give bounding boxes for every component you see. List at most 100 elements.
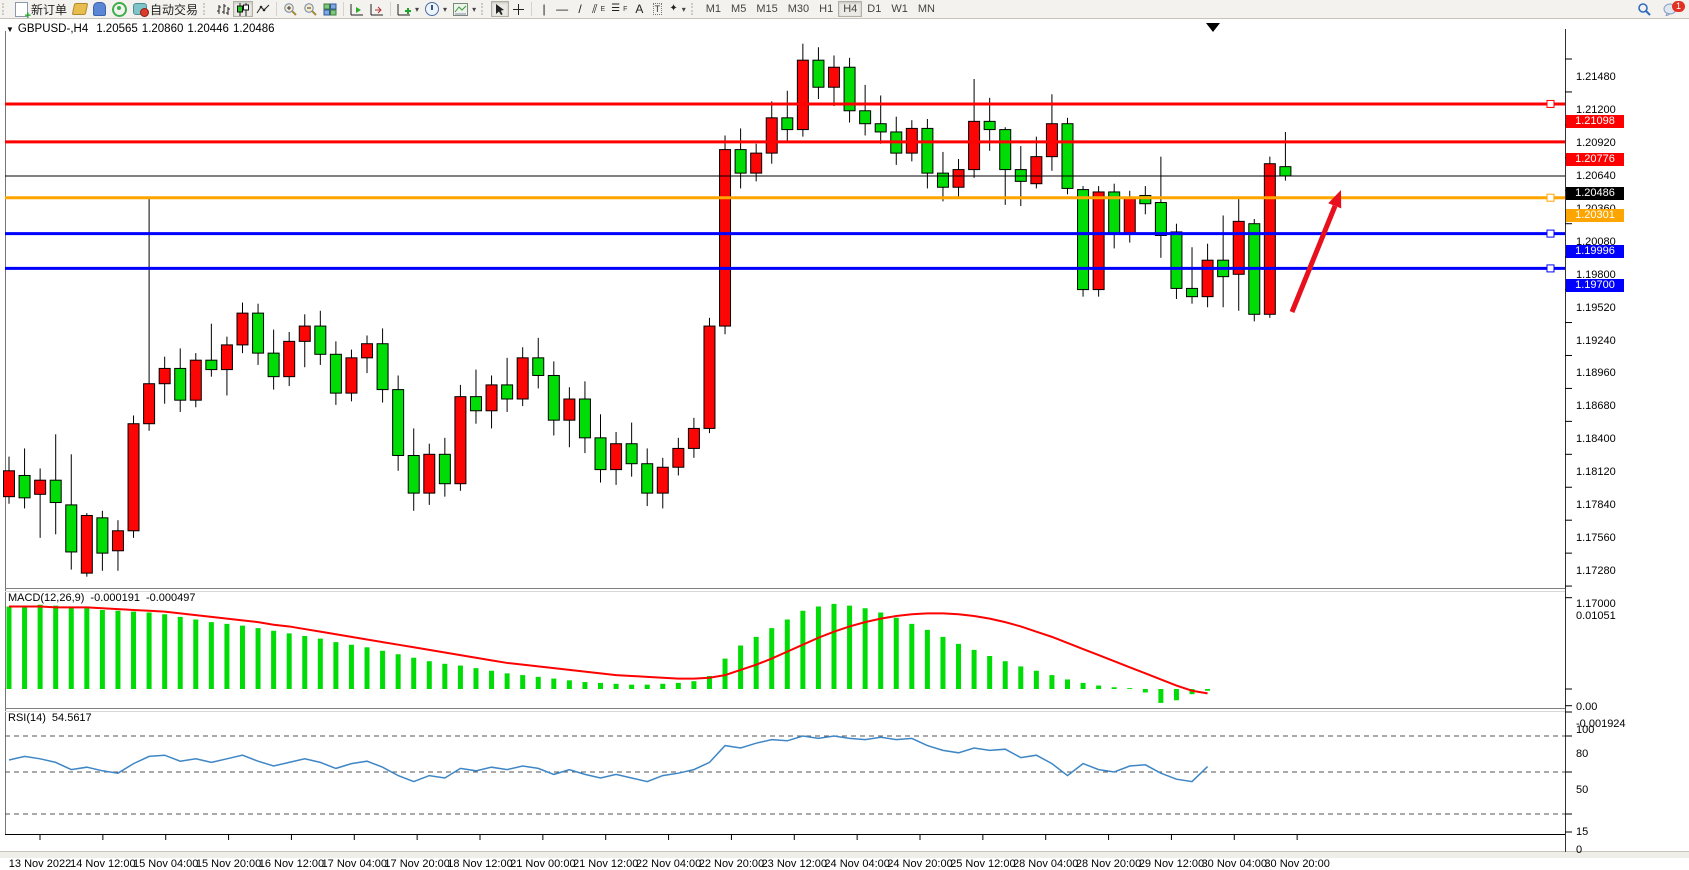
candlestick-chart-button[interactable] bbox=[233, 1, 253, 17]
market-watch-icon bbox=[72, 3, 89, 15]
zoom-out-button[interactable] bbox=[300, 1, 320, 17]
line-chart-button[interactable] bbox=[253, 1, 273, 17]
trendline-tool[interactable]: / bbox=[571, 1, 589, 17]
chart-canvas[interactable] bbox=[0, 19, 1689, 858]
candle-body bbox=[1046, 124, 1057, 157]
arrows-tool[interactable]: ✦▾ bbox=[666, 1, 688, 17]
macd-main-value: -0.000191 bbox=[90, 592, 140, 604]
timeframe-mn[interactable]: MN bbox=[913, 1, 940, 17]
candle-body bbox=[984, 121, 995, 129]
toolbar-drag-handle[interactable] bbox=[481, 3, 488, 15]
ohlc-low: 1.20446 bbox=[187, 23, 229, 35]
candle-body bbox=[1093, 192, 1104, 290]
time-axis-label: 22 Nov 20:00 bbox=[699, 858, 764, 870]
time-axis-label: 17 Nov 20:00 bbox=[384, 858, 449, 870]
candle-body bbox=[611, 444, 622, 470]
one-click-panel-arrow[interactable]: ▼ bbox=[6, 25, 14, 34]
timeframe-m15[interactable]: M15 bbox=[751, 1, 782, 17]
chart-shift-button[interactable] bbox=[367, 1, 387, 17]
vertical-line-tool[interactable]: | bbox=[535, 1, 553, 17]
cursor-button[interactable] bbox=[491, 1, 509, 17]
time-axis-label: 24 Nov 20:00 bbox=[887, 858, 952, 870]
navigator-icon bbox=[93, 2, 106, 16]
hline-handle-1.21098[interactable] bbox=[1547, 100, 1554, 107]
candle-body bbox=[797, 60, 808, 129]
zoom-in-button[interactable] bbox=[280, 1, 300, 17]
clock-icon bbox=[425, 2, 439, 16]
periods-button[interactable]: ▾ bbox=[422, 1, 450, 17]
fibonacci-icon: ☰ bbox=[611, 3, 620, 15]
crosshair-button[interactable] bbox=[509, 1, 528, 17]
ohlc-close: 1.20486 bbox=[233, 23, 275, 35]
candle-body bbox=[969, 121, 980, 169]
equidistant-channel-tool[interactable]: ⫽E bbox=[589, 1, 608, 17]
bar-chart-button[interactable] bbox=[213, 1, 233, 17]
chart-title: ▼ GBPUSD-,H4 1.20565 1.20860 1.20446 1.2… bbox=[6, 23, 275, 35]
candle-body bbox=[221, 345, 232, 370]
chat-button[interactable]: 1 bbox=[1660, 1, 1681, 17]
horizontal-line-tool[interactable]: — bbox=[553, 1, 571, 17]
text-tool[interactable]: A bbox=[630, 1, 648, 17]
market-watch-button[interactable] bbox=[70, 1, 90, 17]
hline-handle-1.19700[interactable] bbox=[1547, 265, 1554, 272]
time-axis-label: 30 Nov 04:00 bbox=[1202, 858, 1267, 870]
chat-badge: 1 bbox=[1672, 1, 1685, 12]
signals-button[interactable] bbox=[109, 1, 130, 17]
timeframe-m5[interactable]: M5 bbox=[726, 1, 751, 17]
candle-body bbox=[564, 399, 575, 420]
hline-handle-1.20301[interactable] bbox=[1547, 194, 1554, 201]
timeframe-w1[interactable]: W1 bbox=[886, 1, 913, 17]
macd-label: MACD(12,26,9) -0.000191 -0.000497 bbox=[8, 592, 196, 604]
text-label-tool[interactable]: T bbox=[648, 1, 666, 17]
macd-name: MACD(12,26,9) bbox=[8, 592, 84, 604]
timeframe-m30[interactable]: M30 bbox=[783, 1, 814, 17]
time-axis-label: 18 Nov 12:00 bbox=[447, 858, 512, 870]
autotrading-button[interactable]: 自动交易 bbox=[130, 1, 201, 17]
candle-body bbox=[860, 111, 871, 124]
autotrading-label: 自动交易 bbox=[150, 1, 198, 18]
time-axis-label: 30 Nov 20:00 bbox=[1264, 858, 1329, 870]
timeframe-d1[interactable]: D1 bbox=[862, 1, 886, 17]
candle-body bbox=[19, 475, 30, 497]
fibonacci-tool[interactable]: ☰F bbox=[608, 1, 630, 17]
timeframe-h1[interactable]: H1 bbox=[814, 1, 838, 17]
templates-button[interactable]: ▾ bbox=[450, 1, 479, 17]
time-axis-label: 24 Nov 04:00 bbox=[824, 858, 889, 870]
toolbar-drag-handle[interactable] bbox=[2, 3, 9, 15]
new-order-button[interactable]: + 新订单 bbox=[12, 1, 70, 17]
tile-windows-button[interactable] bbox=[320, 1, 340, 17]
arrows-icon: ✦ bbox=[669, 3, 677, 15]
hline-handle-1.19996[interactable] bbox=[1547, 230, 1554, 237]
add-indicator-button[interactable]: ▾ bbox=[394, 1, 422, 17]
horizontal-line-icon: — bbox=[556, 3, 568, 15]
candle-body bbox=[782, 118, 793, 130]
candle-body bbox=[81, 515, 92, 573]
candle-body bbox=[828, 67, 839, 87]
navigator-button[interactable] bbox=[90, 1, 109, 17]
chart-shift-marker[interactable] bbox=[1206, 23, 1220, 32]
candle-body bbox=[315, 326, 326, 354]
candle-body bbox=[50, 480, 61, 502]
time-axis-label: 17 Nov 04:00 bbox=[322, 858, 387, 870]
candle-body bbox=[937, 173, 948, 187]
toolbar-drag-handle[interactable] bbox=[203, 3, 210, 15]
auto-scroll-button[interactable] bbox=[347, 1, 367, 17]
candle-body bbox=[408, 455, 419, 493]
candle-body bbox=[735, 150, 746, 174]
candle-body bbox=[595, 438, 606, 470]
candle-body bbox=[284, 341, 295, 376]
toolbar-drag-handle[interactable] bbox=[691, 3, 698, 15]
candle-body bbox=[299, 326, 310, 341]
candle-body bbox=[330, 354, 341, 393]
time-axis-label: 28 Nov 04:00 bbox=[1013, 858, 1078, 870]
search-button[interactable] bbox=[1634, 1, 1654, 17]
trend-arrow[interactable] bbox=[1292, 206, 1335, 312]
timeframe-h4[interactable]: H4 bbox=[838, 1, 862, 17]
candle-body bbox=[1078, 190, 1089, 290]
tile-windows-icon bbox=[323, 3, 337, 16]
cursor-icon bbox=[494, 3, 506, 16]
candle-body bbox=[346, 358, 357, 393]
timeframe-m1[interactable]: M1 bbox=[701, 1, 726, 17]
time-axis-label: 28 Nov 20:00 bbox=[1076, 858, 1141, 870]
rsi-name: RSI(14) bbox=[8, 712, 46, 724]
